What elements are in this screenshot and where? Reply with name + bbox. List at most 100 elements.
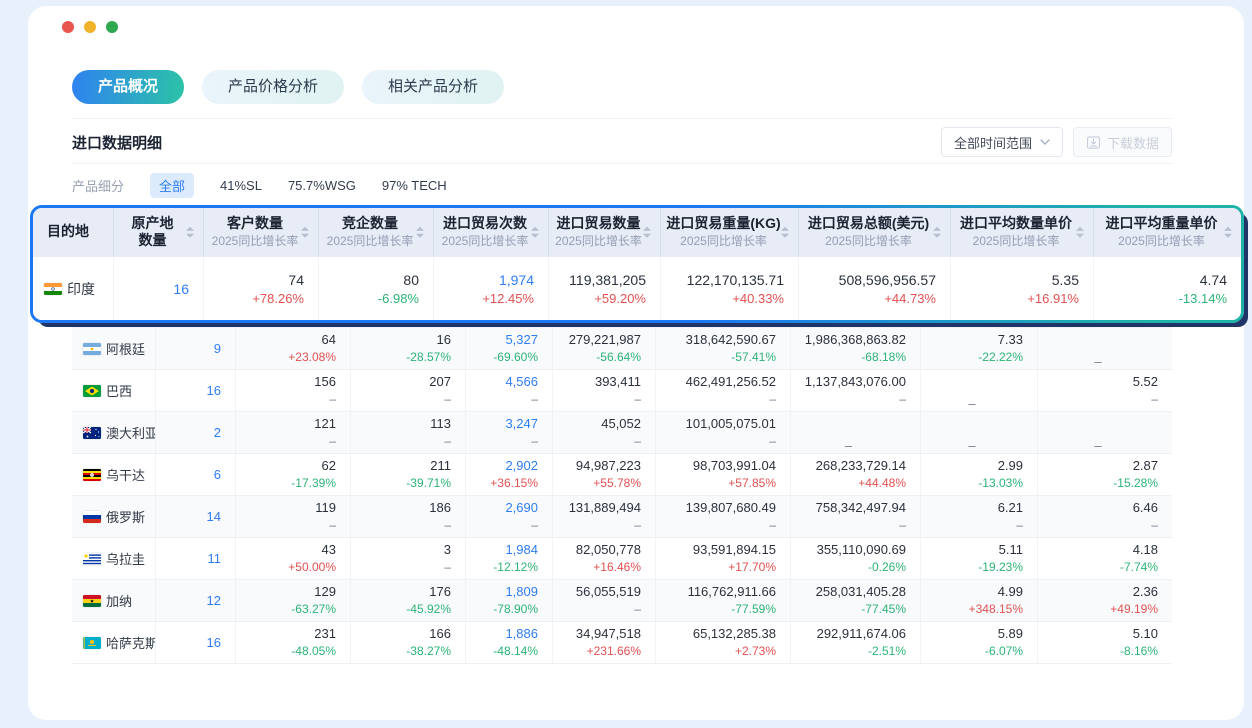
table-row-argentina[interactable]: 阿根廷964+23.08%16-28.57%5,327-69.60%279,22… [72, 328, 1172, 370]
link-value[interactable]: 4,566 [505, 373, 538, 391]
column-header-avg_weight_price[interactable]: 进口平均重量单价2025同比增长率 [1093, 208, 1241, 256]
flag-india-icon [44, 283, 62, 295]
cell-destination[interactable]: 印度 [33, 257, 113, 320]
tab-product-overview[interactable]: 产品概况 [72, 70, 184, 104]
value: 355,110,090.69 [817, 541, 906, 559]
cell-trade_weight_kg: 93,591,894.15+17.70% [655, 538, 790, 579]
cell-destination[interactable]: 乌干达 [72, 454, 155, 495]
cell-avg_weight_price: 5.52– [1037, 370, 1172, 411]
sort-icon[interactable] [416, 227, 424, 238]
value: 279,221,987 [569, 331, 641, 349]
value: 121 [314, 415, 336, 433]
sort-icon[interactable] [1224, 227, 1232, 238]
cell-customers: 156– [235, 370, 350, 411]
link-value[interactable]: 1,974 [499, 270, 534, 290]
link-value[interactable]: 11 [208, 550, 222, 568]
table-row-kazakhstan[interactable]: 哈萨克斯坦16231-48.05%166-38.27%1,886-48.14%3… [72, 622, 1172, 664]
column-header-trade_weight_kg[interactable]: 进口贸易重量(KG)2025同比增长率 [660, 208, 798, 256]
table-row-australia[interactable]: 澳大利亚2121–113–3,247–45,052–101,005,075.01… [72, 412, 1172, 454]
column-header-dest: 目的地 [33, 208, 113, 256]
link-value[interactable]: 2,902 [505, 457, 538, 475]
link-value[interactable]: 16 [207, 634, 221, 652]
country-name: 印度 [67, 279, 95, 299]
tab-related-product-analysis[interactable]: 相关产品分析 [362, 70, 504, 104]
value: 166 [429, 625, 451, 643]
section-title: 进口数据明细 [72, 132, 162, 153]
cell-origin_count: 9 [155, 328, 235, 369]
column-header-customers[interactable]: 客户数量2025同比增长率 [203, 208, 318, 256]
table-row-uruguay[interactable]: 乌拉圭1143+50.00%3–1,984-12.12%82,050,778+1… [72, 538, 1172, 580]
cell-destination[interactable]: 巴西 [72, 370, 155, 411]
link-value[interactable]: 5,327 [505, 331, 538, 349]
download-data-button[interactable]: 下载数据 [1073, 127, 1172, 157]
time-range-select[interactable]: 全部时间范围 [941, 127, 1063, 157]
table-row-russia[interactable]: 俄罗斯14119–186–2,690–131,889,494–139,807,6… [72, 496, 1172, 538]
maximize-window-icon[interactable] [106, 21, 118, 33]
yoy-change: – [769, 391, 776, 408]
filter-option-757wsg[interactable]: 75.7%WSG [288, 178, 356, 193]
link-value[interactable]: 12 [207, 592, 221, 610]
table-row-uganda[interactable]: 乌干达662-17.39%211-39.71%2,902+36.15%94,98… [72, 454, 1172, 496]
sort-icon[interactable] [1076, 227, 1084, 238]
value: 2.99 [998, 457, 1023, 475]
cell-customers: 119– [235, 496, 350, 537]
flag-uganda-icon [83, 469, 101, 481]
table-row-ghana[interactable]: 加纳12129-63.27%176-45.92%1,809-78.90%56,0… [72, 580, 1172, 622]
yoy-change: – [444, 391, 451, 408]
link-value[interactable]: 3,247 [505, 415, 538, 433]
sort-icon[interactable] [643, 227, 651, 238]
yoy-change: -48.05% [291, 643, 336, 660]
cell-destination[interactable]: 澳大利亚 [72, 412, 155, 453]
column-header-origin_count[interactable]: 原产地数量 [113, 208, 203, 256]
value: 80 [403, 270, 419, 290]
column-header-competitors[interactable]: 竞企数量2025同比增长率 [318, 208, 433, 256]
tab-product-price-analysis[interactable]: 产品价格分析 [202, 70, 344, 104]
link-value[interactable]: 16 [207, 382, 221, 400]
yoy-change: – [444, 517, 451, 534]
yoy-change: -0.26% [868, 559, 906, 576]
main-content: 产品概况 产品价格分析 相关产品分析 进口数据明细 全部时间范围 下载数据 产品… [28, 6, 1172, 664]
minimize-window-icon[interactable] [84, 21, 96, 33]
cell-trade_amount_usd: 355,110,090.69-0.26% [790, 538, 920, 579]
value: 4.18 [1133, 541, 1158, 559]
link-value[interactable]: 2,690 [505, 499, 538, 517]
sort-icon[interactable] [933, 227, 941, 238]
country-name: 俄罗斯 [106, 507, 145, 526]
sort-icon[interactable] [781, 227, 789, 238]
column-header-trade_qty[interactable]: 进口贸易数量2025同比增长率 [548, 208, 660, 256]
filter-option-41sl[interactable]: 41%SL [220, 178, 262, 193]
link-value[interactable]: 1,809 [505, 583, 538, 601]
close-window-icon[interactable] [62, 21, 74, 33]
yoy-change: – [634, 601, 641, 618]
value: 5.52 [1133, 373, 1158, 391]
cell-destination[interactable]: 加纳 [72, 580, 155, 621]
link-value[interactable]: 6 [214, 466, 221, 484]
sort-icon[interactable] [186, 227, 194, 238]
link-value[interactable]: 2 [214, 424, 221, 442]
link-value[interactable]: 1,984 [505, 541, 538, 559]
cell-destination[interactable]: 俄罗斯 [72, 496, 155, 537]
cell-destination[interactable]: 哈萨克斯坦 [72, 622, 155, 663]
cell-destination[interactable]: 阿根廷 [72, 328, 155, 369]
link-value[interactable]: 9 [214, 340, 221, 358]
link-value[interactable]: 1,886 [505, 625, 538, 643]
country-name: 哈萨克斯坦 [106, 633, 155, 652]
cell-trade_weight_kg: 116,762,911.66-77.59% [655, 580, 790, 621]
column-header-trade_count[interactable]: 进口贸易次数2025同比增长率 [433, 208, 548, 256]
cell-trade_count: 4,566– [465, 370, 552, 411]
filter-option-all[interactable]: 全部 [150, 173, 194, 198]
link-value[interactable]: 14 [207, 508, 221, 526]
table-row-brazil[interactable]: 巴西16156–207–4,566–393,411–462,491,256.52… [72, 370, 1172, 412]
cell-trade_count: 3,247– [465, 412, 552, 453]
cell-destination[interactable]: 乌拉圭 [72, 538, 155, 579]
filter-option-97tech[interactable]: 97% TECH [382, 178, 447, 193]
link-value[interactable]: 16 [173, 279, 189, 299]
chevron-down-icon [1040, 139, 1050, 145]
yoy-change: +44.48% [858, 475, 906, 492]
table-row-india[interactable]: 印度1674+78.26%80-6.98%1,974+12.45%119,381… [33, 256, 1241, 320]
column-header-trade_amount_usd[interactable]: 进口贸易总额(美元)2025同比增长率 [798, 208, 950, 256]
cell-trade_weight_kg: 318,642,590.67-57.41% [655, 328, 790, 369]
column-header-avg_qty_price[interactable]: 进口平均数量单价2025同比增长率 [950, 208, 1093, 256]
sort-icon[interactable] [301, 227, 309, 238]
sort-icon[interactable] [531, 227, 539, 238]
